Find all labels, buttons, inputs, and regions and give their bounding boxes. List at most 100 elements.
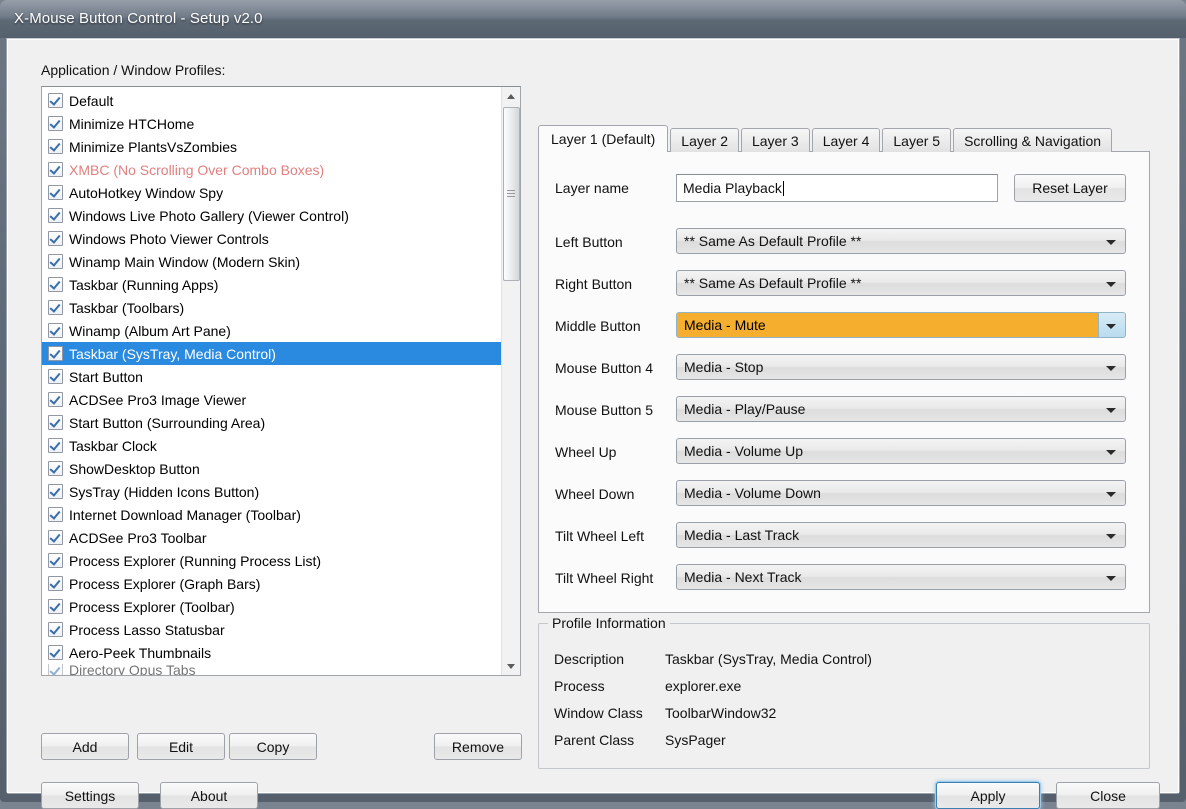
profile-list-item[interactable]: SysTray (Hidden Icons Button) (42, 480, 497, 503)
profile-list-item[interactable]: Aero-Peek Thumbnails (42, 641, 497, 664)
profile-checkbox[interactable] (48, 553, 63, 568)
chevron-down-icon[interactable] (1106, 450, 1116, 455)
about-button[interactable]: About (160, 782, 258, 809)
copy-button[interactable]: Copy (229, 733, 317, 760)
profile-list-item[interactable]: Internet Download Manager (Toolbar) (42, 503, 497, 526)
profile-listbox[interactable]: Default Minimize HTCHome Minimize PlantsVs… (41, 86, 521, 676)
profile-checkbox[interactable] (48, 392, 63, 407)
profile-item-label: Internet Download Manager (Toolbar) (69, 506, 301, 523)
profile-list-item[interactable]: Process Explorer (Graph Bars) (42, 572, 497, 595)
profile-checkbox[interactable] (48, 599, 63, 614)
profile-list-item[interactable]: Taskbar Clock (42, 434, 497, 457)
scrollbar-thumb[interactable] (503, 107, 520, 281)
scroll-down-button[interactable] (502, 657, 520, 675)
chevron-down-icon[interactable] (1106, 408, 1116, 413)
profile-list-item[interactable]: Minimize HTCHome (42, 112, 497, 135)
profile-list-item[interactable]: Process Explorer (Toolbar) (42, 595, 497, 618)
profile-list-item[interactable]: Windows Photo Viewer Controls (42, 227, 497, 250)
profile-list-item[interactable]: Start Button (42, 365, 497, 388)
profile-list-item[interactable]: Process Lasso Statusbar (42, 618, 497, 641)
layer-name-input[interactable]: Media Playback (676, 174, 998, 202)
profile-checkbox[interactable] (48, 93, 63, 108)
remove-button[interactable]: Remove (434, 733, 522, 760)
profile-checkbox[interactable] (48, 438, 63, 453)
profile-checkbox[interactable] (48, 277, 63, 292)
profile-checkbox[interactable] (48, 139, 63, 154)
profile-checkbox[interactable] (48, 346, 63, 361)
profile-checkbox[interactable] (48, 484, 63, 499)
profile-checkbox[interactable] (48, 664, 63, 675)
profile-list-item[interactable]: AutoHotkey Window Spy (42, 181, 497, 204)
chevron-down-icon[interactable] (1106, 366, 1116, 371)
binding-combobox-6[interactable]: Media - Volume Up (676, 438, 1126, 464)
tab-3[interactable]: Layer 3 (740, 128, 810, 152)
profile-list-item[interactable]: Start Button (Surrounding Area) (42, 411, 497, 434)
profile-checkbox[interactable] (48, 507, 63, 522)
chevron-down-icon[interactable] (1106, 240, 1116, 245)
binding-combobox-4[interactable]: Media - Stop (676, 354, 1126, 380)
profile-checkbox[interactable] (48, 461, 63, 476)
profile-item-label: Process Explorer (Graph Bars) (69, 575, 261, 592)
profile-list-item[interactable]: Minimize PlantsVsZombies (42, 135, 497, 158)
profile-checkbox[interactable] (48, 369, 63, 384)
tab-1[interactable]: Layer 1 (Default) (538, 125, 669, 152)
profile-list-item[interactable]: XMBC (No Scrolling Over Combo Boxes) (42, 158, 497, 181)
profile-list-scrollbar[interactable] (501, 87, 520, 675)
tab-5[interactable]: Layer 5 (882, 128, 952, 152)
chevron-down-icon[interactable] (1106, 534, 1116, 539)
binding-combobox-3[interactable]: Media - Mute (676, 312, 1126, 338)
profile-checkbox[interactable] (48, 645, 63, 660)
profile-checkbox[interactable] (48, 576, 63, 591)
apply-button[interactable]: Apply (936, 782, 1040, 809)
profile-checkbox[interactable] (48, 415, 63, 430)
profile-list-item[interactable]: Default (42, 89, 497, 112)
chevron-down-icon[interactable] (1106, 492, 1116, 497)
profile-list-item[interactable]: Process Explorer (Running Process List) (42, 549, 497, 572)
tab-6[interactable]: Scrolling & Navigation (953, 128, 1113, 152)
profile-list-item[interactable]: ShowDesktop Button (42, 457, 497, 480)
chevron-down-icon[interactable] (1106, 324, 1116, 329)
profile-checkbox[interactable] (48, 254, 63, 269)
profile-item-label: Windows Photo Viewer Controls (69, 230, 269, 247)
profile-list-item[interactable]: Winamp Main Window (Modern Skin) (42, 250, 497, 273)
binding-label-5: Mouse Button 5 (555, 402, 654, 418)
profile-list-item[interactable]: ACDSee Pro3 Toolbar (42, 526, 497, 549)
profile-checkbox[interactable] (48, 323, 63, 338)
profile-item-label: Process Lasso Statusbar (69, 621, 225, 638)
settings-button[interactable]: Settings (41, 782, 139, 809)
profile-checkbox[interactable] (48, 162, 63, 177)
profile-list-item[interactable]: Windows Live Photo Gallery (Viewer Contr… (42, 204, 497, 227)
profile-checkbox[interactable] (48, 231, 63, 246)
binding-combobox-7[interactable]: Media - Volume Down (676, 480, 1126, 506)
profile-list-item[interactable]: Taskbar (Toolbars) (42, 296, 497, 319)
tab-4[interactable]: Layer 4 (811, 128, 881, 152)
add-button[interactable]: Add (41, 733, 129, 760)
binding-combobox-2[interactable]: ** Same As Default Profile ** (676, 270, 1126, 296)
profile-item-label: Start Button (Surrounding Area) (69, 414, 266, 431)
profile-item-label: Minimize HTCHome (69, 115, 195, 132)
chevron-down-icon (507, 664, 515, 669)
profile-list-item[interactable]: Taskbar (SysTray, Media Control) (42, 342, 503, 365)
profile-list-item[interactable]: Taskbar (Running Apps) (42, 273, 497, 296)
profile-checkbox[interactable] (48, 530, 63, 545)
edit-button[interactable]: Edit (137, 733, 225, 760)
binding-combobox-8[interactable]: Media - Last Track (676, 522, 1126, 548)
profile-checkbox[interactable] (48, 300, 63, 315)
profile-list-item[interactable]: Winamp (Album Art Pane) (42, 319, 497, 342)
profile-checkbox[interactable] (48, 116, 63, 131)
profile-checkbox[interactable] (48, 622, 63, 637)
profile-list-item[interactable]: ACDSee Pro3 Image Viewer (42, 388, 497, 411)
tab-2[interactable]: Layer 2 (670, 128, 739, 152)
reset-layer-button[interactable]: Reset Layer (1014, 174, 1126, 202)
profile-checkbox[interactable] (48, 208, 63, 223)
binding-value: ** Same As Default Profile ** (684, 233, 862, 249)
binding-combobox-9[interactable]: Media - Next Track (676, 564, 1126, 590)
profile-list-item[interactable]: Directory Opus Tabs (42, 664, 497, 675)
profile-checkbox[interactable] (48, 185, 63, 200)
close-button[interactable]: Close (1056, 782, 1160, 809)
scroll-up-button[interactable] (502, 87, 520, 105)
binding-combobox-5[interactable]: Media - Play/Pause (676, 396, 1126, 422)
chevron-down-icon[interactable] (1106, 576, 1116, 581)
binding-combobox-1[interactable]: ** Same As Default Profile ** (676, 228, 1126, 254)
chevron-down-icon[interactable] (1106, 282, 1116, 287)
